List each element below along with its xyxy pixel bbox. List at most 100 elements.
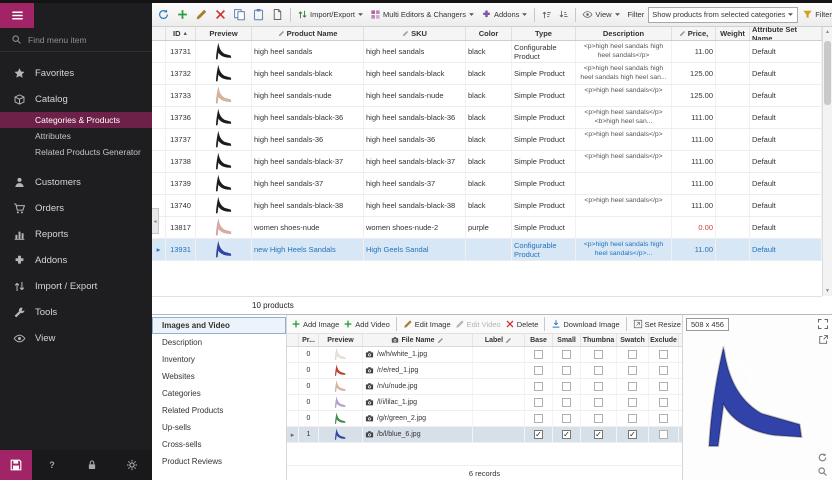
product-name[interactable]: high heel sandals xyxy=(252,41,364,62)
download-image-button[interactable]: Download Image xyxy=(551,319,619,329)
checkbox[interactable] xyxy=(628,414,637,423)
sidebar-item-tools[interactable]: Tools xyxy=(0,299,152,325)
row-selector[interactable] xyxy=(287,395,299,410)
checkbox[interactable] xyxy=(594,350,603,359)
product-name[interactable]: high heel sandals-nude xyxy=(252,85,364,106)
view-menu[interactable]: View xyxy=(580,7,622,22)
images-column-selector[interactable] xyxy=(287,334,299,346)
checkbox[interactable]: ✓ xyxy=(594,430,603,439)
image-label[interactable] xyxy=(473,427,525,442)
image-label[interactable] xyxy=(473,395,525,410)
images-column-thumbna[interactable]: Thumbna xyxy=(581,334,617,346)
tab-cross-sells[interactable]: Cross-sells xyxy=(152,436,286,453)
exclude-cell[interactable] xyxy=(649,363,679,378)
checkbox[interactable] xyxy=(562,382,571,391)
images-column-swatch[interactable]: Swatch xyxy=(617,334,649,346)
small-cell[interactable]: ✓ xyxy=(553,427,581,442)
tab-up-sells[interactable]: Up-sells xyxy=(152,419,286,436)
product-row[interactable]: 13817women shoes-nudewomen shoes-nude-2p… xyxy=(152,217,822,239)
row-expander[interactable] xyxy=(152,63,166,84)
row-expander[interactable] xyxy=(152,85,166,106)
row-expander[interactable] xyxy=(152,107,166,128)
help-button[interactable]: ? xyxy=(32,459,72,471)
product-name[interactable]: high heel sandals-black-38 xyxy=(252,195,364,216)
sort-ascending-button[interactable] xyxy=(539,7,554,22)
products-column-color[interactable]: Color xyxy=(466,27,512,40)
image-filename[interactable]: /g/r/green_2.jpg xyxy=(363,411,473,426)
images-column-base[interactable]: Base xyxy=(525,334,553,346)
thumbnail-cell[interactable]: ✓ xyxy=(581,427,617,442)
tab-categories[interactable]: Categories xyxy=(152,385,286,402)
delete-product-button[interactable] xyxy=(212,6,229,23)
product-sku[interactable]: high heel sandals-black-36 xyxy=(364,107,466,128)
filters-button[interactable]: Filters xyxy=(800,7,832,22)
add-image-button[interactable]: Add Image xyxy=(291,319,339,329)
sidebar-item-orders[interactable]: Orders xyxy=(0,195,152,221)
addons-menu[interactable]: Addons xyxy=(479,7,530,22)
checkbox[interactable] xyxy=(628,382,637,391)
exclude-cell[interactable] xyxy=(649,379,679,394)
products-column-preview[interactable]: Preview xyxy=(196,27,252,40)
lock-button[interactable] xyxy=(72,459,112,471)
product-name[interactable]: high heel sandals-36 xyxy=(252,129,364,150)
products-column-attribute-set-name[interactable]: Attribute Set Name xyxy=(750,27,822,40)
product-row[interactable]: 13737high heel sandals-36high heel sanda… xyxy=(152,129,822,151)
checkbox[interactable]: ✓ xyxy=(534,430,543,439)
product-price[interactable]: 11.00 xyxy=(672,41,716,62)
product-price[interactable]: 125.00 xyxy=(672,63,716,84)
product-sku[interactable]: high heel sandals-black xyxy=(364,63,466,84)
product-sku[interactable]: High Geels Sandal xyxy=(364,239,466,260)
base-cell[interactable] xyxy=(525,395,553,410)
products-column-id[interactable]: ID▲ xyxy=(166,27,196,40)
sidebar-item-categories-products[interactable]: Categories & Products xyxy=(0,112,152,128)
image-label[interactable] xyxy=(473,379,525,394)
product-row[interactable]: 13738high heel sandals-black-37high heel… xyxy=(152,151,822,173)
products-column-price[interactable]: Price, xyxy=(672,27,716,40)
thumbnail-cell[interactable] xyxy=(581,347,617,362)
swatch-cell[interactable]: ✓ xyxy=(617,427,649,442)
small-cell[interactable] xyxy=(553,347,581,362)
paste-button[interactable] xyxy=(250,6,267,23)
small-cell[interactable] xyxy=(553,379,581,394)
edit-video-button[interactable]: Edit Video xyxy=(455,319,501,329)
sidebar-item-customers[interactable]: Customers xyxy=(0,169,152,195)
exclude-cell[interactable] xyxy=(649,427,679,442)
exclude-cell[interactable] xyxy=(649,411,679,426)
exclude-cell[interactable] xyxy=(649,395,679,410)
image-row[interactable]: 0/n/u/nude.jpg xyxy=(287,379,682,395)
checkbox[interactable]: ✓ xyxy=(628,430,637,439)
images-column-preview[interactable]: Preview xyxy=(319,334,363,346)
product-sku[interactable]: women shoes-nude-2 xyxy=(364,217,466,238)
edit-product-button[interactable] xyxy=(193,6,210,23)
row-selector[interactable]: ▸ xyxy=(287,427,299,442)
base-cell[interactable] xyxy=(525,411,553,426)
product-row[interactable]: 13733high heel sandals-nudehigh heel san… xyxy=(152,85,822,107)
thumbnail-cell[interactable] xyxy=(581,363,617,378)
product-sku[interactable]: high heel sandals-nude xyxy=(364,85,466,106)
scroll-up-arrow[interactable]: ▲ xyxy=(825,27,830,37)
checkbox[interactable] xyxy=(534,382,543,391)
product-price[interactable]: 111.00 xyxy=(672,173,716,194)
checkbox[interactable] xyxy=(659,366,668,375)
base-cell[interactable]: ✓ xyxy=(525,427,553,442)
checkbox[interactable] xyxy=(659,382,668,391)
product-price[interactable]: 125.00 xyxy=(672,85,716,106)
settings-button[interactable] xyxy=(112,459,152,471)
product-row[interactable]: 13740high heel sandals-black-38high heel… xyxy=(152,195,822,217)
tab-related-products[interactable]: Related Products xyxy=(152,402,286,419)
checkbox[interactable] xyxy=(659,350,668,359)
row-expander[interactable] xyxy=(152,41,166,62)
refresh-button[interactable] xyxy=(155,6,172,23)
image-filename[interactable]: /r/e/red_1.jpg xyxy=(363,363,473,378)
checkbox[interactable] xyxy=(534,414,543,423)
images-column-small[interactable]: Small xyxy=(553,334,581,346)
product-price[interactable]: 111.00 xyxy=(672,195,716,216)
sidebar-item-import-export[interactable]: Import / Export xyxy=(0,273,152,299)
images-column-exclude[interactable]: Exclude xyxy=(649,334,679,346)
product-name[interactable]: new High Heels Sandals xyxy=(252,239,364,260)
add-video-button[interactable]: Add Video xyxy=(343,319,389,329)
small-cell[interactable] xyxy=(553,395,581,410)
checkbox[interactable] xyxy=(594,414,603,423)
image-filename[interactable]: /l/i/lilac_1.jpg xyxy=(363,395,473,410)
product-row[interactable]: 13739high heel sandals-37high heel sanda… xyxy=(152,173,822,195)
